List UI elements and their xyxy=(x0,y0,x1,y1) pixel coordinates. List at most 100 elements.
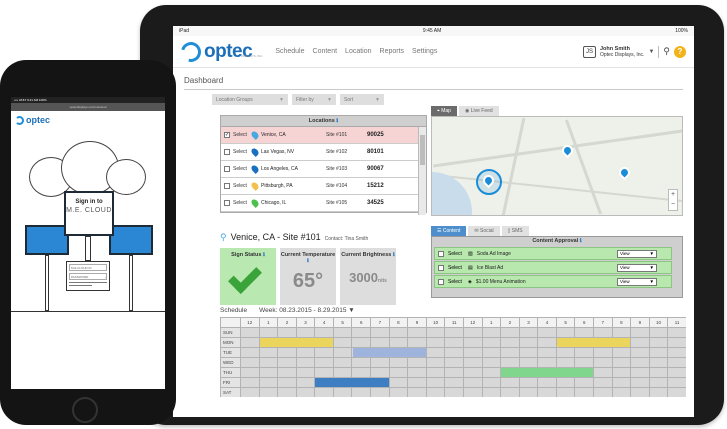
schedule-slot[interactable] xyxy=(462,387,482,397)
schedule-slot[interactable] xyxy=(630,377,649,387)
schedule-slot[interactable] xyxy=(555,347,575,357)
schedule-slot[interactable] xyxy=(295,377,315,387)
row-checkbox[interactable] xyxy=(438,278,444,285)
schedule-slot[interactable] xyxy=(611,357,631,367)
schedule-slot[interactable] xyxy=(555,387,575,397)
schedule-slot[interactable] xyxy=(611,377,631,387)
schedule-slot[interactable] xyxy=(295,327,315,337)
schedule-slot[interactable] xyxy=(407,367,426,377)
schedule-slot[interactable] xyxy=(388,377,408,387)
schedule-block[interactable] xyxy=(556,338,631,347)
schedule-slot[interactable] xyxy=(667,367,686,377)
schedule-slot[interactable] xyxy=(481,357,501,367)
schedule-slot[interactable] xyxy=(370,337,389,347)
tab-sms[interactable]: ▯ SMS xyxy=(501,226,529,236)
schedule-slot[interactable] xyxy=(258,387,278,397)
location-map[interactable]: + − xyxy=(431,116,683,216)
schedule-slot[interactable] xyxy=(258,367,278,377)
week-selector[interactable]: Week: 08.23.2015 - 8.29.2015 ▼ xyxy=(259,307,355,314)
location-row[interactable]: ✓ Select Venice, CA Site #101 90025 xyxy=(221,127,426,144)
schedule-slot[interactable] xyxy=(351,387,371,397)
info-icon[interactable]: ℹ xyxy=(307,258,309,264)
location-row[interactable]: Select Chicago, IL Site #105 34525 xyxy=(221,195,426,212)
username-field[interactable]: M.E.CLOUD ID xyxy=(69,264,107,271)
schedule-slot[interactable] xyxy=(555,357,575,367)
schedule-slot[interactable] xyxy=(425,337,445,347)
schedule-slot[interactable] xyxy=(500,327,519,337)
info-icon[interactable]: ℹ xyxy=(393,252,395,258)
chevron-down-icon[interactable]: ▼ xyxy=(648,49,654,55)
schedule-slot[interactable] xyxy=(667,347,686,357)
row-checkbox[interactable] xyxy=(224,166,230,172)
schedule-slot[interactable] xyxy=(630,337,649,347)
schedule-slot[interactable] xyxy=(537,347,556,357)
schedule-slot[interactable] xyxy=(388,367,408,377)
schedule-slot[interactable] xyxy=(648,347,668,357)
schedule-slot[interactable] xyxy=(425,327,445,337)
schedule-slot[interactable] xyxy=(462,327,482,337)
schedule-block[interactable] xyxy=(352,348,426,357)
schedule-slot[interactable] xyxy=(462,347,482,357)
schedule-slot[interactable] xyxy=(351,367,371,377)
schedule-slot[interactable] xyxy=(407,327,426,337)
schedule-slot[interactable] xyxy=(425,347,445,357)
schedule-slot[interactable] xyxy=(407,387,426,397)
submit-arrow-icon[interactable]: › xyxy=(105,274,106,280)
location-row[interactable]: Select Las Vegas, NV Site #102 80101 xyxy=(221,144,426,161)
schedule-slot[interactable] xyxy=(370,367,389,377)
schedule-slot[interactable] xyxy=(314,387,333,397)
schedule-slot[interactable] xyxy=(518,337,538,347)
schedule-block[interactable] xyxy=(315,378,389,387)
schedule-slot[interactable] xyxy=(351,327,371,337)
schedule-slot[interactable] xyxy=(258,347,278,357)
schedule-slot[interactable] xyxy=(332,347,352,357)
schedule-slot[interactable] xyxy=(240,347,259,357)
approval-row[interactable]: Select ▨ Soda Ad Image View ▼ xyxy=(434,247,672,260)
tab-content[interactable]: ☰ Content xyxy=(431,226,467,236)
schedule-slot[interactable] xyxy=(407,377,426,387)
location-row[interactable]: Select Pittsburgh, PA Site #104 15212 xyxy=(221,178,426,195)
schedule-slot[interactable] xyxy=(648,387,668,397)
schedule-slot[interactable] xyxy=(462,377,482,387)
schedule-slot[interactable] xyxy=(407,337,426,347)
schedule-slot[interactable] xyxy=(444,387,463,397)
schedule-slot[interactable] xyxy=(425,367,445,377)
zoom-in-icon[interactable]: + xyxy=(669,190,677,200)
schedule-slot[interactable] xyxy=(611,367,631,377)
schedule-slot[interactable] xyxy=(258,357,278,367)
schedule-slot[interactable] xyxy=(592,357,612,367)
schedule-slot[interactable] xyxy=(351,337,371,347)
location-groups-dropdown[interactable]: Location Groups ▼ xyxy=(212,94,288,105)
schedule-slot[interactable] xyxy=(277,387,296,397)
schedule-slot[interactable] xyxy=(611,387,631,397)
schedule-slot[interactable] xyxy=(500,357,519,367)
schedule-slot[interactable] xyxy=(444,327,463,337)
schedule-slot[interactable] xyxy=(258,327,278,337)
schedule-slot[interactable] xyxy=(630,327,649,337)
schedule-block[interactable] xyxy=(501,368,594,377)
schedule-slot[interactable] xyxy=(444,357,463,367)
help-icon[interactable]: ? xyxy=(674,45,686,58)
schedule-slot[interactable] xyxy=(500,347,519,357)
schedule-slot[interactable] xyxy=(332,327,352,337)
schedule-slot[interactable] xyxy=(481,337,501,347)
schedule-slot[interactable] xyxy=(648,357,668,367)
schedule-slot[interactable] xyxy=(295,387,315,397)
schedule-slot[interactable] xyxy=(481,387,501,397)
schedule-slot[interactable] xyxy=(574,347,593,357)
schedule-slot[interactable] xyxy=(240,357,259,367)
nav-content[interactable]: Content xyxy=(313,48,338,55)
schedule-slot[interactable] xyxy=(332,387,352,397)
schedule-slot[interactable] xyxy=(611,347,631,357)
schedule-slot[interactable] xyxy=(295,357,315,367)
schedule-slot[interactable] xyxy=(592,327,612,337)
schedule-slot[interactable] xyxy=(518,377,538,387)
schedule-slot[interactable] xyxy=(630,347,649,357)
schedule-slot[interactable] xyxy=(648,337,668,347)
tab-live-feed[interactable]: ◉ Live Feed xyxy=(458,106,499,116)
schedule-slot[interactable] xyxy=(277,347,296,357)
info-icon[interactable]: ℹ xyxy=(580,238,582,244)
info-icon[interactable]: ℹ xyxy=(263,252,265,258)
schedule-slot[interactable] xyxy=(425,357,445,367)
schedule-slot[interactable] xyxy=(630,387,649,397)
